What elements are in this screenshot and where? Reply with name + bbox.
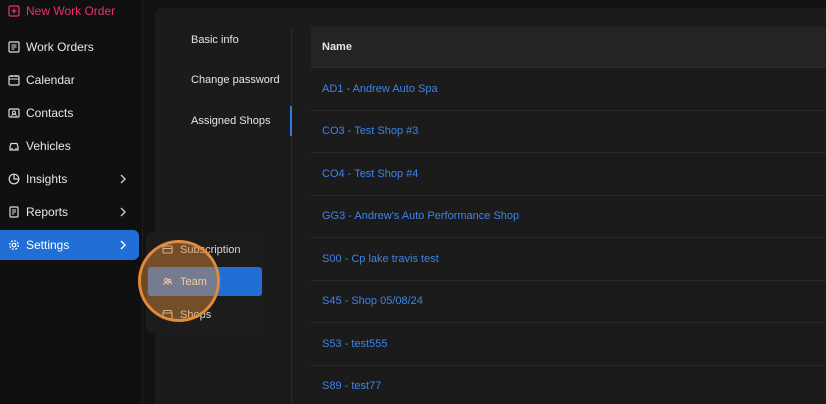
chevron-right-icon <box>120 174 126 184</box>
team-icon <box>162 276 173 287</box>
submenu-item-label: Team <box>180 275 207 288</box>
sidebar-item-work-orders[interactable]: Work Orders <box>0 32 139 62</box>
table-row[interactable]: GG3 - Andrew's Auto Performance Shop <box>311 196 826 238</box>
shop-link[interactable]: CO3 - Test Shop #3 <box>322 125 418 137</box>
shop-link[interactable]: S89 - test77 <box>322 380 381 392</box>
sidebar-item-vehicles[interactable]: Vehicles <box>0 131 139 161</box>
shop-link[interactable]: AD1 - Andrew Auto Spa <box>322 83 438 95</box>
sidebar-item-label: Insights <box>26 172 68 186</box>
table-row[interactable]: AD1 - Andrew Auto Spa <box>311 68 826 111</box>
submenu-item-label: Subscription <box>180 243 241 256</box>
sidebar-item-label: Calendar <box>26 73 75 87</box>
work-orders-icon <box>8 41 20 53</box>
settings-submenu: Subscription Team Shops <box>146 232 264 333</box>
sidebar-item-reports[interactable]: Reports <box>0 197 139 227</box>
plus-square-icon <box>8 5 20 17</box>
pie-chart-icon <box>8 173 20 185</box>
table-row[interactable]: S45 - Shop 05/08/24 <box>311 281 826 323</box>
shops-icon <box>162 309 173 320</box>
submenu-item-team[interactable]: Team <box>148 267 262 296</box>
submenu-item-subscription[interactable]: Subscription <box>148 235 262 264</box>
new-work-order-label: New Work Order <box>26 4 116 18</box>
tab-basic-info[interactable]: Basic info <box>191 34 239 46</box>
chevron-right-icon <box>120 207 126 217</box>
shop-link[interactable]: S45 - Shop 05/08/24 <box>322 295 423 307</box>
report-icon <box>8 206 20 218</box>
sidebar-item-label: Settings <box>26 238 70 252</box>
submenu-item-shops[interactable]: Shops <box>148 300 262 329</box>
column-header-name[interactable]: Name <box>311 27 826 68</box>
shops-table: Name AD1 - Andrew Auto Spa CO3 - Test Sh… <box>311 27 826 404</box>
sidebar-item-label: Vehicles <box>26 139 71 153</box>
sidebar-item-label: Work Orders <box>26 40 94 54</box>
table-row[interactable]: S89 - test77 <box>311 366 826 404</box>
active-tab-indicator <box>290 106 292 136</box>
gear-icon <box>8 239 20 251</box>
tab-change-password[interactable]: Change password <box>191 74 280 86</box>
table-row[interactable]: CO4 - Test Shop #4 <box>311 153 826 196</box>
calendar-icon <box>8 74 20 86</box>
chevron-right-icon <box>120 240 126 250</box>
shop-link[interactable]: S00 - Cp lake travis test <box>322 253 439 265</box>
contacts-icon <box>8 107 20 119</box>
settings-panel: Basic info Change password Assigned Shop… <box>155 8 826 404</box>
shop-link[interactable]: GG3 - Andrew's Auto Performance Shop <box>322 210 519 222</box>
tab-assigned-shops[interactable]: Assigned Shops <box>191 115 271 127</box>
subscription-icon <box>162 244 173 255</box>
table-row[interactable]: CO3 - Test Shop #3 <box>311 111 826 153</box>
car-icon <box>8 140 20 152</box>
table-row[interactable]: S00 - Cp lake travis test <box>311 238 826 281</box>
sidebar-item-contacts[interactable]: Contacts <box>0 98 139 128</box>
table-row[interactable]: S53 - test555 <box>311 323 826 366</box>
shop-link[interactable]: S53 - test555 <box>322 338 387 350</box>
sidebar-item-calendar[interactable]: Calendar <box>0 65 139 95</box>
tabs-divider <box>291 28 292 404</box>
submenu-item-label: Shops <box>180 308 212 321</box>
sidebar: New Work Order Work Orders Calendar Cont… <box>0 0 143 404</box>
sidebar-item-insights[interactable]: Insights <box>0 164 139 194</box>
sidebar-item-settings[interactable]: Settings <box>0 230 139 260</box>
sidebar-item-label: Reports <box>26 205 69 219</box>
new-work-order-button[interactable]: New Work Order <box>0 0 139 26</box>
sidebar-item-label: Contacts <box>26 106 74 120</box>
shop-link[interactable]: CO4 - Test Shop #4 <box>322 168 418 180</box>
